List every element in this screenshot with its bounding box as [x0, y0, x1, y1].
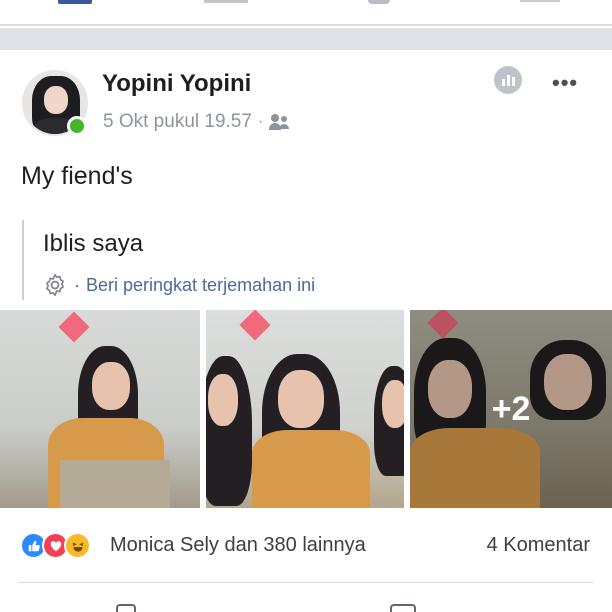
person-face	[382, 380, 404, 428]
notifications-tab-icon[interactable]	[368, 0, 390, 4]
online-status-icon	[67, 116, 87, 136]
post-text: My fiend's	[21, 162, 133, 190]
person-shirt	[252, 430, 370, 508]
more-options-icon[interactable]: •••	[552, 72, 578, 94]
comment-button-icon[interactable]	[390, 604, 416, 612]
reactions-row: Monica Sely dan 380 lainnya 4 Komentar	[0, 520, 612, 570]
menu-tab-icon[interactable]	[520, 0, 560, 2]
wall-decoration	[58, 311, 90, 343]
desk	[60, 460, 170, 508]
meta-separator: ·	[257, 113, 264, 130]
gear-icon[interactable]	[42, 272, 68, 298]
person-face	[92, 362, 130, 410]
post-meta: 5 Okt pukul 19.57 ·	[103, 111, 291, 133]
reaction-icons[interactable]	[20, 532, 104, 559]
comment-count[interactable]: 4 Komentar	[487, 534, 590, 557]
author-name[interactable]: Yopini Yopini	[102, 70, 251, 98]
more-photos-count: +2	[491, 389, 531, 428]
rate-separator: ·	[74, 274, 80, 295]
haha-reaction-icon	[64, 532, 91, 559]
avatar-face	[44, 86, 68, 114]
action-divider	[18, 582, 594, 583]
like-button-icon[interactable]	[116, 604, 136, 612]
friends-tab-icon[interactable]	[204, 0, 248, 3]
post-timestamp[interactable]: 5 Okt pukul 19.57	[103, 111, 252, 133]
friends-audience-icon[interactable]	[269, 114, 291, 130]
reaction-summary[interactable]: Monica Sely dan 380 lainnya	[110, 534, 366, 557]
photo-1[interactable]	[0, 310, 200, 508]
feed-separator	[0, 28, 612, 50]
translation-block: Iblis saya · Beri peringkat terjemahan i…	[22, 220, 362, 300]
translated-text: Iblis saya	[43, 230, 144, 257]
home-tab-icon[interactable]	[58, 0, 92, 4]
photo-grid: +2	[0, 310, 612, 508]
rate-translation-link[interactable]: Beri peringkat terjemahan ini	[86, 275, 315, 296]
person-face	[208, 374, 238, 426]
feed-post: Yopini Yopini 5 Okt pukul 19.57 · ••• My…	[0, 50, 612, 612]
photo-3[interactable]: +2	[410, 310, 612, 508]
person-face	[278, 370, 324, 428]
rate-translation-row: · Beri peringkat terjemahan ini	[42, 272, 315, 298]
top-navigation	[0, 0, 612, 26]
insights-icon[interactable]	[494, 66, 522, 94]
wall-decoration	[239, 310, 271, 341]
photo-2[interactable]	[206, 310, 404, 508]
more-photos-overlay[interactable]: +2	[410, 310, 612, 508]
